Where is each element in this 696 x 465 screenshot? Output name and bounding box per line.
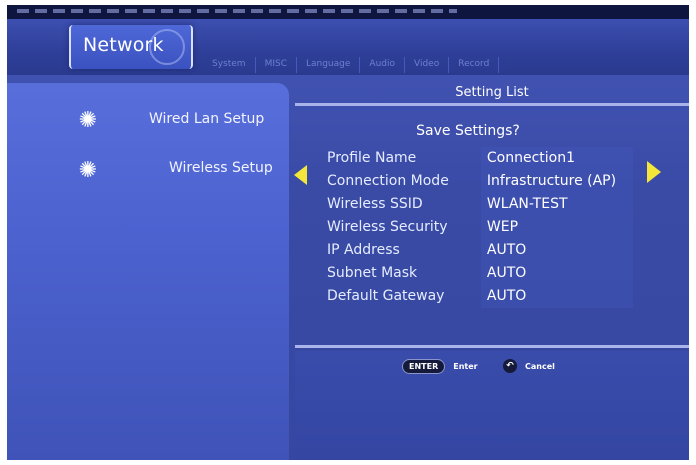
settings-row: Profile Name Connection1: [327, 147, 633, 170]
settings-row: IP Address AUTO: [327, 239, 633, 262]
settings-value: AUTO: [480, 285, 633, 308]
settings-value: Infrastructure (AP): [480, 170, 633, 193]
settings-value: Connection1: [480, 147, 633, 170]
left-menu: [7, 83, 289, 460]
enter-label: Enter: [453, 361, 478, 371]
divider-top: [295, 103, 689, 106]
tab-video[interactable]: Video: [405, 57, 450, 73]
settings-value: AUTO: [480, 262, 633, 285]
settings-key: Profile Name: [327, 150, 417, 166]
settings-key: Wireless SSID: [327, 196, 423, 212]
settings-key: Connection Mode: [327, 173, 449, 189]
enter-key-icon: ENTER: [402, 358, 446, 374]
settings-key: Subnet Mask: [327, 265, 418, 281]
save-settings-title: Save Settings?: [416, 123, 520, 139]
settings-row: Default Gateway AUTO: [327, 285, 633, 308]
divider-bottom: [295, 345, 689, 348]
tab-language[interactable]: Language: [297, 57, 361, 73]
tab-misc[interactable]: MISC: [256, 57, 297, 73]
settings-value: WLAN-TEST: [480, 193, 633, 216]
settings-key: Default Gateway: [327, 288, 445, 304]
settings-row: Subnet Mask AUTO: [327, 262, 633, 285]
settings-key: IP Address: [327, 242, 400, 258]
cancel-hint[interactable]: ↶ Cancel: [503, 359, 555, 373]
footer-panel: [295, 351, 689, 460]
cancel-label: Cancel: [525, 361, 555, 371]
arrow-right-icon[interactable]: [647, 161, 661, 183]
settings-key: Wireless Security: [327, 219, 448, 235]
tab-system[interactable]: System: [203, 57, 256, 73]
tab-record[interactable]: Record: [449, 57, 500, 73]
enter-hint[interactable]: ENTER Enter: [402, 358, 478, 374]
tab-network-label: Network: [83, 34, 164, 56]
settings-row: Wireless SSID WLAN-TEST: [327, 193, 633, 216]
tab-audio[interactable]: Audio: [360, 57, 405, 73]
settings-value: WEP: [480, 216, 633, 239]
settings-list: Profile Name Connection1 Connection Mode…: [327, 147, 633, 308]
settings-row: Wireless Security WEP: [327, 216, 633, 239]
tab-network[interactable]: Network: [69, 25, 193, 69]
menu-item-wired-lan-setup[interactable]: Wired Lan Setup: [149, 111, 264, 127]
settings-value: AUTO: [480, 239, 633, 262]
return-icon: ↶: [503, 359, 517, 373]
tab-list: System MISC Language Audio Video Record: [203, 57, 500, 73]
menu-item-wireless-setup[interactable]: Wireless Setup: [169, 160, 273, 176]
settings-row: Connection Mode Infrastructure (AP): [327, 170, 633, 193]
sun-icon: ✺: [78, 108, 98, 133]
tv-screen: System MISC Language Audio Video Record …: [7, 5, 689, 460]
setting-list-header: Setting List: [455, 85, 529, 100]
top-dashes: [17, 9, 457, 13]
arrow-left-icon[interactable]: [294, 165, 307, 185]
sun-icon: ✺: [78, 158, 98, 183]
